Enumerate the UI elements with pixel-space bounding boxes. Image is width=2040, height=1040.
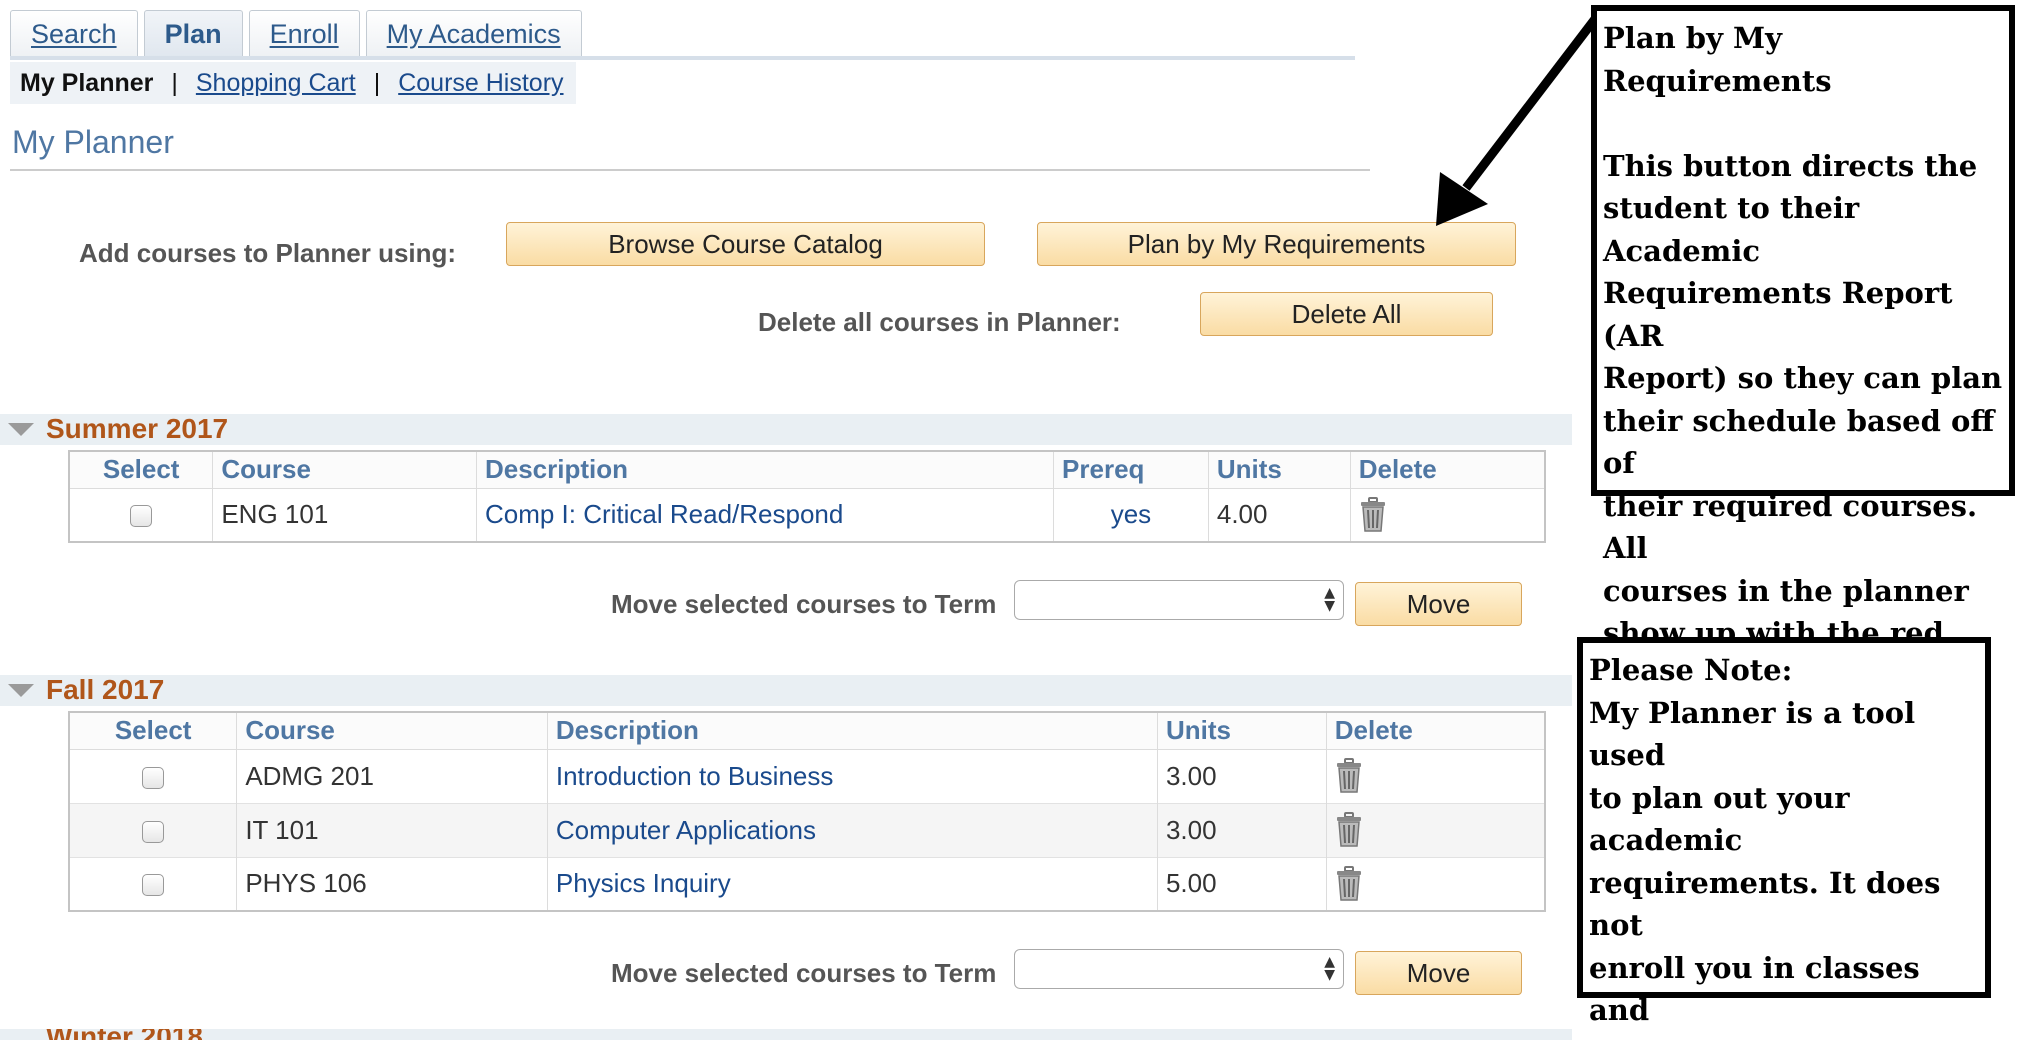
requirements-callout: Plan by My Requirements This button dire… <box>1591 5 2015 778</box>
please-note-callout: Please Note: My Planner is a tool used t… <box>1577 637 1991 1040</box>
